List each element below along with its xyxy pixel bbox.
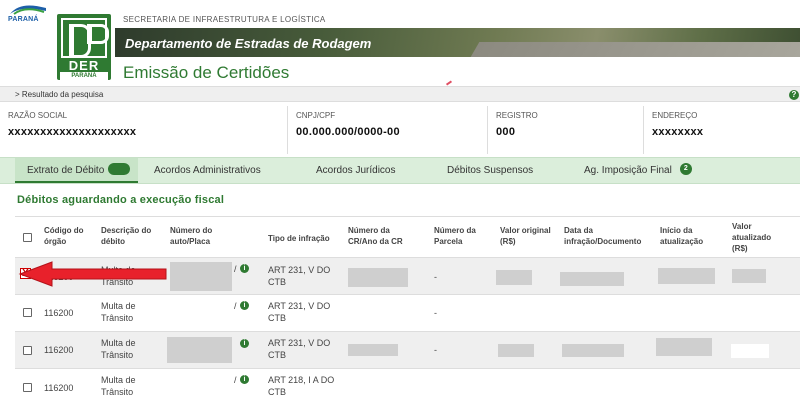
redacted-inicio	[658, 268, 715, 284]
redacted-valor-atualizado	[732, 269, 766, 283]
count-badge: 2	[679, 163, 692, 176]
auto-separator: /	[234, 301, 237, 311]
cell-parcela: -	[434, 272, 437, 282]
parana-state-logo: PARANÁ	[8, 2, 48, 24]
page-title: Emissão de Certidões	[123, 63, 290, 82]
razao-social-label: RAZÃO SOCIAL	[8, 111, 68, 120]
secretaria-label: SECRETARIA DE INFRAESTRUTURA E LOGÍSTICA	[123, 15, 326, 24]
header-parcela: Número da Parcela	[434, 226, 476, 246]
cell-parcela: -	[434, 308, 437, 318]
tab-label: Acordos Jurídicos	[316, 165, 396, 176]
info-icon[interactable]: i	[240, 375, 249, 384]
page-header: PARANÁ DER PARANÁ SECRETARIA DE INFRAEST…	[0, 0, 800, 86]
registro-block: REGISTRO 000	[488, 106, 644, 154]
tab-label: Extrato de Débito	[27, 165, 105, 176]
state-logo-text: PARANÁ	[8, 16, 39, 23]
row-checkbox[interactable]	[23, 346, 32, 355]
cnpj-block: CNPJ/CPF 00.000.000/0000-00	[288, 106, 488, 154]
header-inicio: Início da atualização	[660, 226, 704, 246]
header-tipo: Tipo de infração	[268, 234, 330, 243]
registro-label: REGISTRO	[496, 111, 538, 120]
cell-parcela: -	[434, 345, 437, 355]
header-auto: Número do auto/Placa	[170, 226, 213, 246]
section-title: Débitos aguardando a execução fiscal	[17, 194, 225, 206]
tab-ag-imposicao-final[interactable]: Ag. Imposição Final 2	[584, 158, 692, 183]
redacted-valor-atualizado	[731, 344, 769, 358]
endereco-label: ENDEREÇO	[652, 111, 698, 120]
row-checkbox[interactable]	[23, 383, 32, 392]
row-checkbox[interactable]	[23, 308, 32, 317]
stray-mark	[445, 80, 453, 86]
cnpj-label: CNPJ/CPF	[296, 111, 336, 120]
tab-extrato-de-debito[interactable]: Extrato de Débito	[15, 158, 139, 183]
endereco-block: ENDEREÇO xxxxxxxx	[644, 106, 800, 154]
redacted-cr	[348, 268, 408, 287]
cell-descricao: Multa de Trânsito	[101, 301, 136, 323]
breadcrumb: > Resultado da pesquisa ?	[0, 86, 800, 102]
redacted-valor-original	[496, 270, 532, 285]
auto-separator: /	[234, 264, 237, 274]
tabs-bar: Extrato de Débito Acordos Administrativo…	[0, 157, 800, 184]
auto-separator: /	[234, 375, 237, 385]
table-header: Código do órgão Descrição do débito Núme…	[15, 216, 800, 257]
info-icon[interactable]: i	[240, 301, 249, 310]
cell-descricao: Multa de Trânsito	[101, 375, 136, 397]
cell-tipo: ART 218, I A DO CTB	[268, 375, 335, 397]
tab-label: Débitos Suspensos	[447, 165, 534, 176]
breadcrumb-text[interactable]: > Resultado da pesquisa	[15, 90, 103, 99]
tab-debitos-suspensos[interactable]: Débitos Suspensos	[447, 158, 533, 183]
annotation-arrow-icon	[18, 261, 167, 287]
cnpj-value: 00.000.000/0000-00	[296, 126, 400, 138]
debitos-table: Código do órgão Descrição do débito Núme…	[15, 216, 800, 406]
tab-label: Ag. Imposição Final	[584, 165, 672, 176]
registro-value: 000	[496, 126, 516, 138]
select-all-checkbox[interactable]	[23, 233, 32, 242]
department-title: Departamento de Estradas de Rodagem	[125, 36, 372, 51]
cell-tipo: ART 231, V DO CTB	[268, 265, 331, 287]
info-icon[interactable]: i	[240, 339, 249, 348]
redacted-inicio	[656, 338, 712, 356]
cell-tipo: ART 231, V DO CTB	[268, 338, 331, 360]
tab-acordos-administrativos[interactable]: Acordos Administrativos	[154, 158, 261, 183]
header-descricao: Descrição do débito	[101, 226, 152, 246]
der-logo[interactable]: DER PARANÁ	[57, 14, 111, 80]
cell-tipo: ART 231, V DO CTB	[268, 301, 331, 323]
tab-acordos-juridicos[interactable]: Acordos Jurídicos	[316, 158, 395, 183]
header-valor-atualizado: Valor atualizado (R$)	[732, 222, 772, 253]
cell-descricao: Multa de Trânsito	[101, 338, 136, 360]
razao-social-value: xxxxxxxxxxxxxxxxxxxx	[8, 126, 137, 138]
cell-codigo: 116200	[44, 383, 74, 393]
redacted-data	[560, 272, 624, 286]
cell-codigo: 116200	[44, 345, 74, 355]
table-row[interactable]: 116200 Multa de Trânsito / i ART 218, I …	[15, 368, 800, 405]
der-logo-text: DER	[68, 58, 100, 73]
header-cr: Número da CR/Ano da CR	[348, 226, 403, 246]
header-banner: Departamento de Estradas de Rodagem	[115, 28, 800, 57]
razao-social-block: RAZÃO SOCIAL xxxxxxxxxxxxxxxxxxxx	[0, 106, 288, 154]
header-codigo: Código do órgão	[44, 226, 84, 246]
toggle-switch[interactable]	[108, 163, 131, 176]
redacted-data	[562, 344, 624, 357]
header-data: Data da infração/Documento	[564, 226, 642, 246]
tab-label: Acordos Administrativos	[154, 165, 261, 176]
table-row[interactable]: 116200 Multa de Trânsito i ART 231, V DO…	[15, 331, 800, 368]
cell-codigo: 116200	[44, 308, 74, 318]
endereco-value: xxxxxxxx	[652, 126, 704, 138]
redacted-valor-original	[498, 344, 534, 357]
info-icon[interactable]: i	[240, 264, 249, 273]
redacted-auto	[170, 262, 232, 291]
der-logo-state: PARANÁ	[60, 72, 108, 80]
redacted-cr	[348, 344, 398, 356]
help-icon[interactable]: ?	[789, 90, 799, 100]
header-valor-original: Valor original (R$)	[500, 226, 551, 246]
table-row[interactable]: 116200 Multa de Trânsito / i ART 231, V …	[15, 294, 800, 331]
redacted-auto	[167, 337, 232, 363]
